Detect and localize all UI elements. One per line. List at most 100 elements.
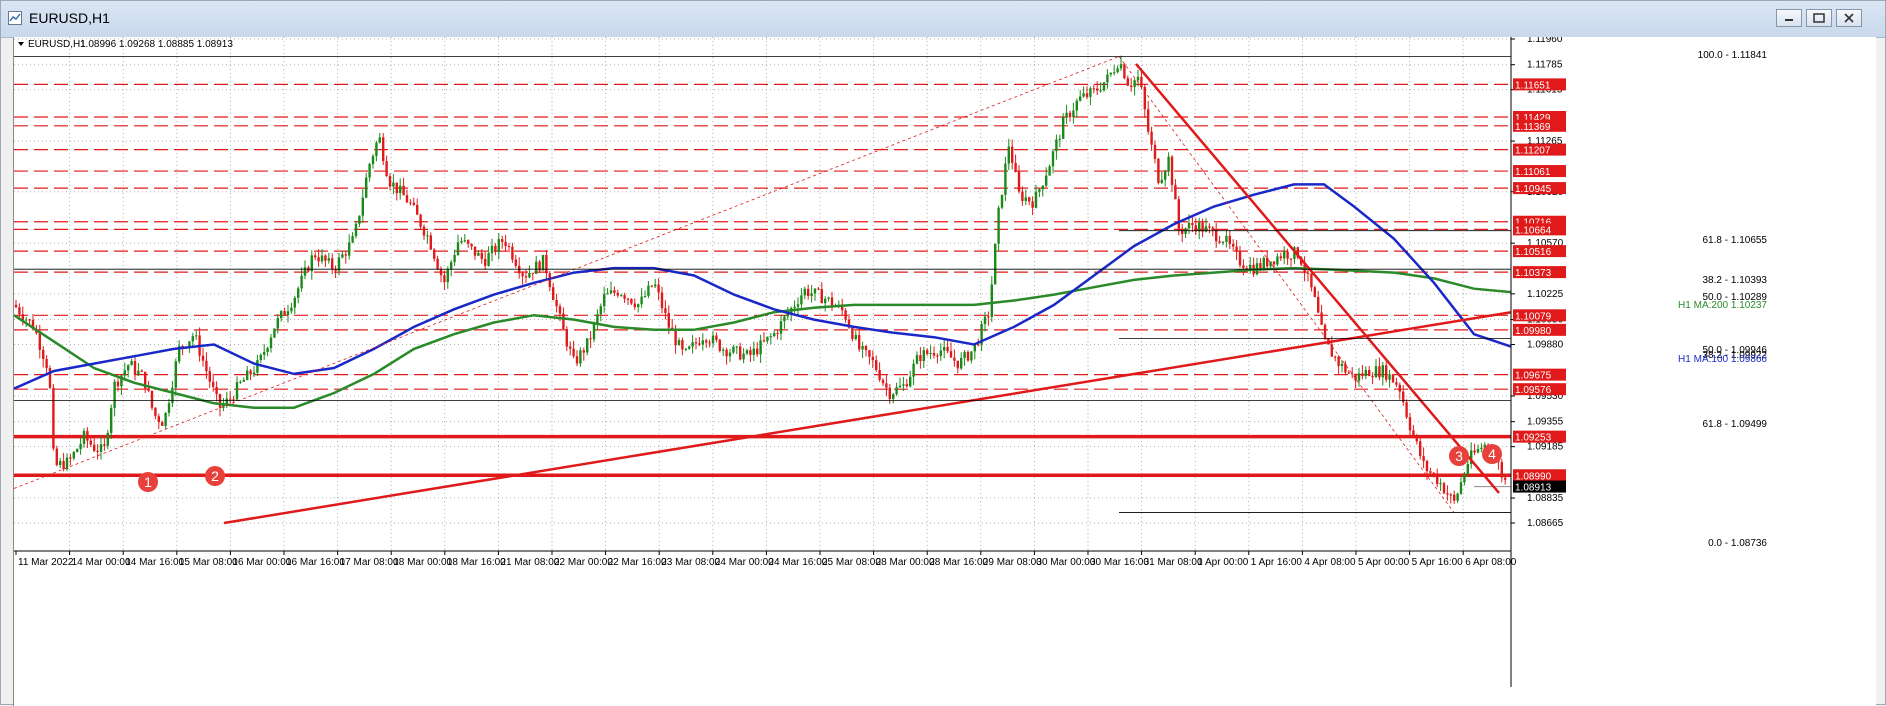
candle-body	[473, 246, 477, 256]
candle-body	[1031, 201, 1034, 208]
price-axis: 1.119601.117851.116151.112651.109201.105…	[1511, 37, 1564, 529]
candle-body	[269, 337, 273, 349]
candle-body	[796, 304, 800, 307]
candle-body	[300, 275, 303, 289]
candle-body	[667, 312, 670, 328]
candle-body	[501, 239, 504, 242]
candle-body	[1191, 222, 1194, 226]
level-box-label: 1.09576	[1515, 385, 1552, 396]
candle-body	[820, 289, 823, 304]
candle-body	[1480, 447, 1483, 449]
candle-body	[1102, 82, 1106, 91]
candle-body	[569, 346, 572, 349]
candle-body	[443, 275, 446, 283]
candle-body	[45, 358, 48, 369]
candle-body	[691, 342, 694, 347]
candle-body	[1259, 263, 1262, 269]
candle-body	[881, 379, 885, 384]
candle-body	[1391, 374, 1395, 383]
candle-body	[541, 254, 545, 271]
candle-body	[725, 349, 728, 357]
candle-body	[1072, 110, 1075, 118]
candle-body	[1419, 441, 1422, 457]
candle-body	[565, 328, 568, 347]
time-axis: 11 Mar 202214 Mar 00:0014 Mar 16:0015 Ma…	[15, 551, 1517, 568]
candle-body	[215, 386, 218, 395]
candle-body	[684, 348, 687, 350]
ma200-line	[14, 266, 1512, 409]
candle-body	[351, 236, 354, 243]
candle-body	[439, 269, 443, 276]
candle-body	[1364, 369, 1367, 377]
candle-body	[1347, 372, 1350, 374]
candle-body	[212, 381, 215, 387]
time-axis-label: 5 Apr 16:00	[1412, 557, 1464, 568]
candle-body	[470, 243, 473, 247]
candle-body	[589, 338, 592, 340]
window-title: EURUSD,H1	[29, 10, 110, 26]
candle-body	[1092, 88, 1095, 90]
candle-body	[875, 360, 878, 370]
level-box-label: 1.09675	[1515, 371, 1552, 382]
candle-body	[487, 253, 490, 266]
candle-body	[854, 335, 857, 340]
candle-body	[1062, 117, 1065, 139]
candle-body	[732, 346, 735, 353]
candle-body	[977, 344, 980, 346]
candle-body	[1034, 191, 1038, 208]
candle-body	[297, 288, 300, 298]
candle-body	[535, 261, 538, 274]
candle-body	[620, 295, 623, 297]
candle-body	[830, 297, 834, 307]
candle-body	[484, 258, 487, 266]
candle-body	[130, 360, 133, 366]
candle-body	[361, 197, 364, 216]
candle-body	[783, 316, 786, 322]
price-chart[interactable]: EURUSD,H1 1.08996 1.09268 1.08885 1.0891…	[14, 37, 1876, 706]
trend-lines	[14, 56, 1512, 525]
candle-body	[1007, 146, 1010, 164]
candle-body	[943, 347, 946, 351]
candle-body	[1079, 96, 1082, 101]
candle-body	[1436, 474, 1439, 484]
candle-body	[555, 299, 558, 307]
candle-body	[504, 241, 507, 247]
candle-body	[878, 369, 881, 380]
time-axis-label: 16 Mar 16:00	[286, 557, 345, 568]
candle-body	[1177, 199, 1180, 231]
maximize-button[interactable]	[1806, 9, 1832, 27]
candle-body	[1442, 483, 1446, 494]
candle-body	[616, 292, 619, 296]
minimize-button[interactable]	[1776, 9, 1802, 27]
candle-body	[545, 254, 548, 274]
candle-body	[1357, 373, 1361, 381]
candle-body	[385, 161, 388, 176]
candle-body	[348, 242, 351, 256]
candle-body	[1320, 312, 1323, 325]
candle-body	[1371, 376, 1374, 378]
candle-body	[1500, 462, 1503, 478]
candle-body	[419, 214, 422, 227]
candle-body	[1432, 472, 1435, 475]
candle-body	[422, 226, 426, 236]
candle-body	[623, 295, 626, 299]
time-axis-label: 31 Mar 08:00	[1144, 557, 1203, 568]
candle-body	[208, 371, 211, 382]
candle-body	[106, 432, 109, 446]
candle-body	[96, 450, 99, 452]
dropdown-triangle-icon[interactable]	[18, 42, 24, 46]
chart-area[interactable]: EURUSD,H1 1.08996 1.09268 1.08885 1.0891…	[13, 37, 1876, 706]
candle-body	[1058, 138, 1061, 140]
candle-body	[983, 316, 987, 324]
candle-body	[62, 461, 65, 470]
time-axis-label: 29 Mar 08:00	[983, 557, 1042, 568]
time-axis-label: 6 Apr 08:00	[1465, 557, 1517, 568]
candle-body	[14, 304, 18, 308]
candle-body	[803, 288, 806, 296]
close-button[interactable]	[1836, 9, 1862, 27]
candle-body	[1170, 156, 1174, 185]
candle-body	[1089, 88, 1092, 97]
candle-body	[429, 235, 432, 250]
candle-body	[1272, 261, 1276, 265]
candle-body	[762, 340, 766, 342]
